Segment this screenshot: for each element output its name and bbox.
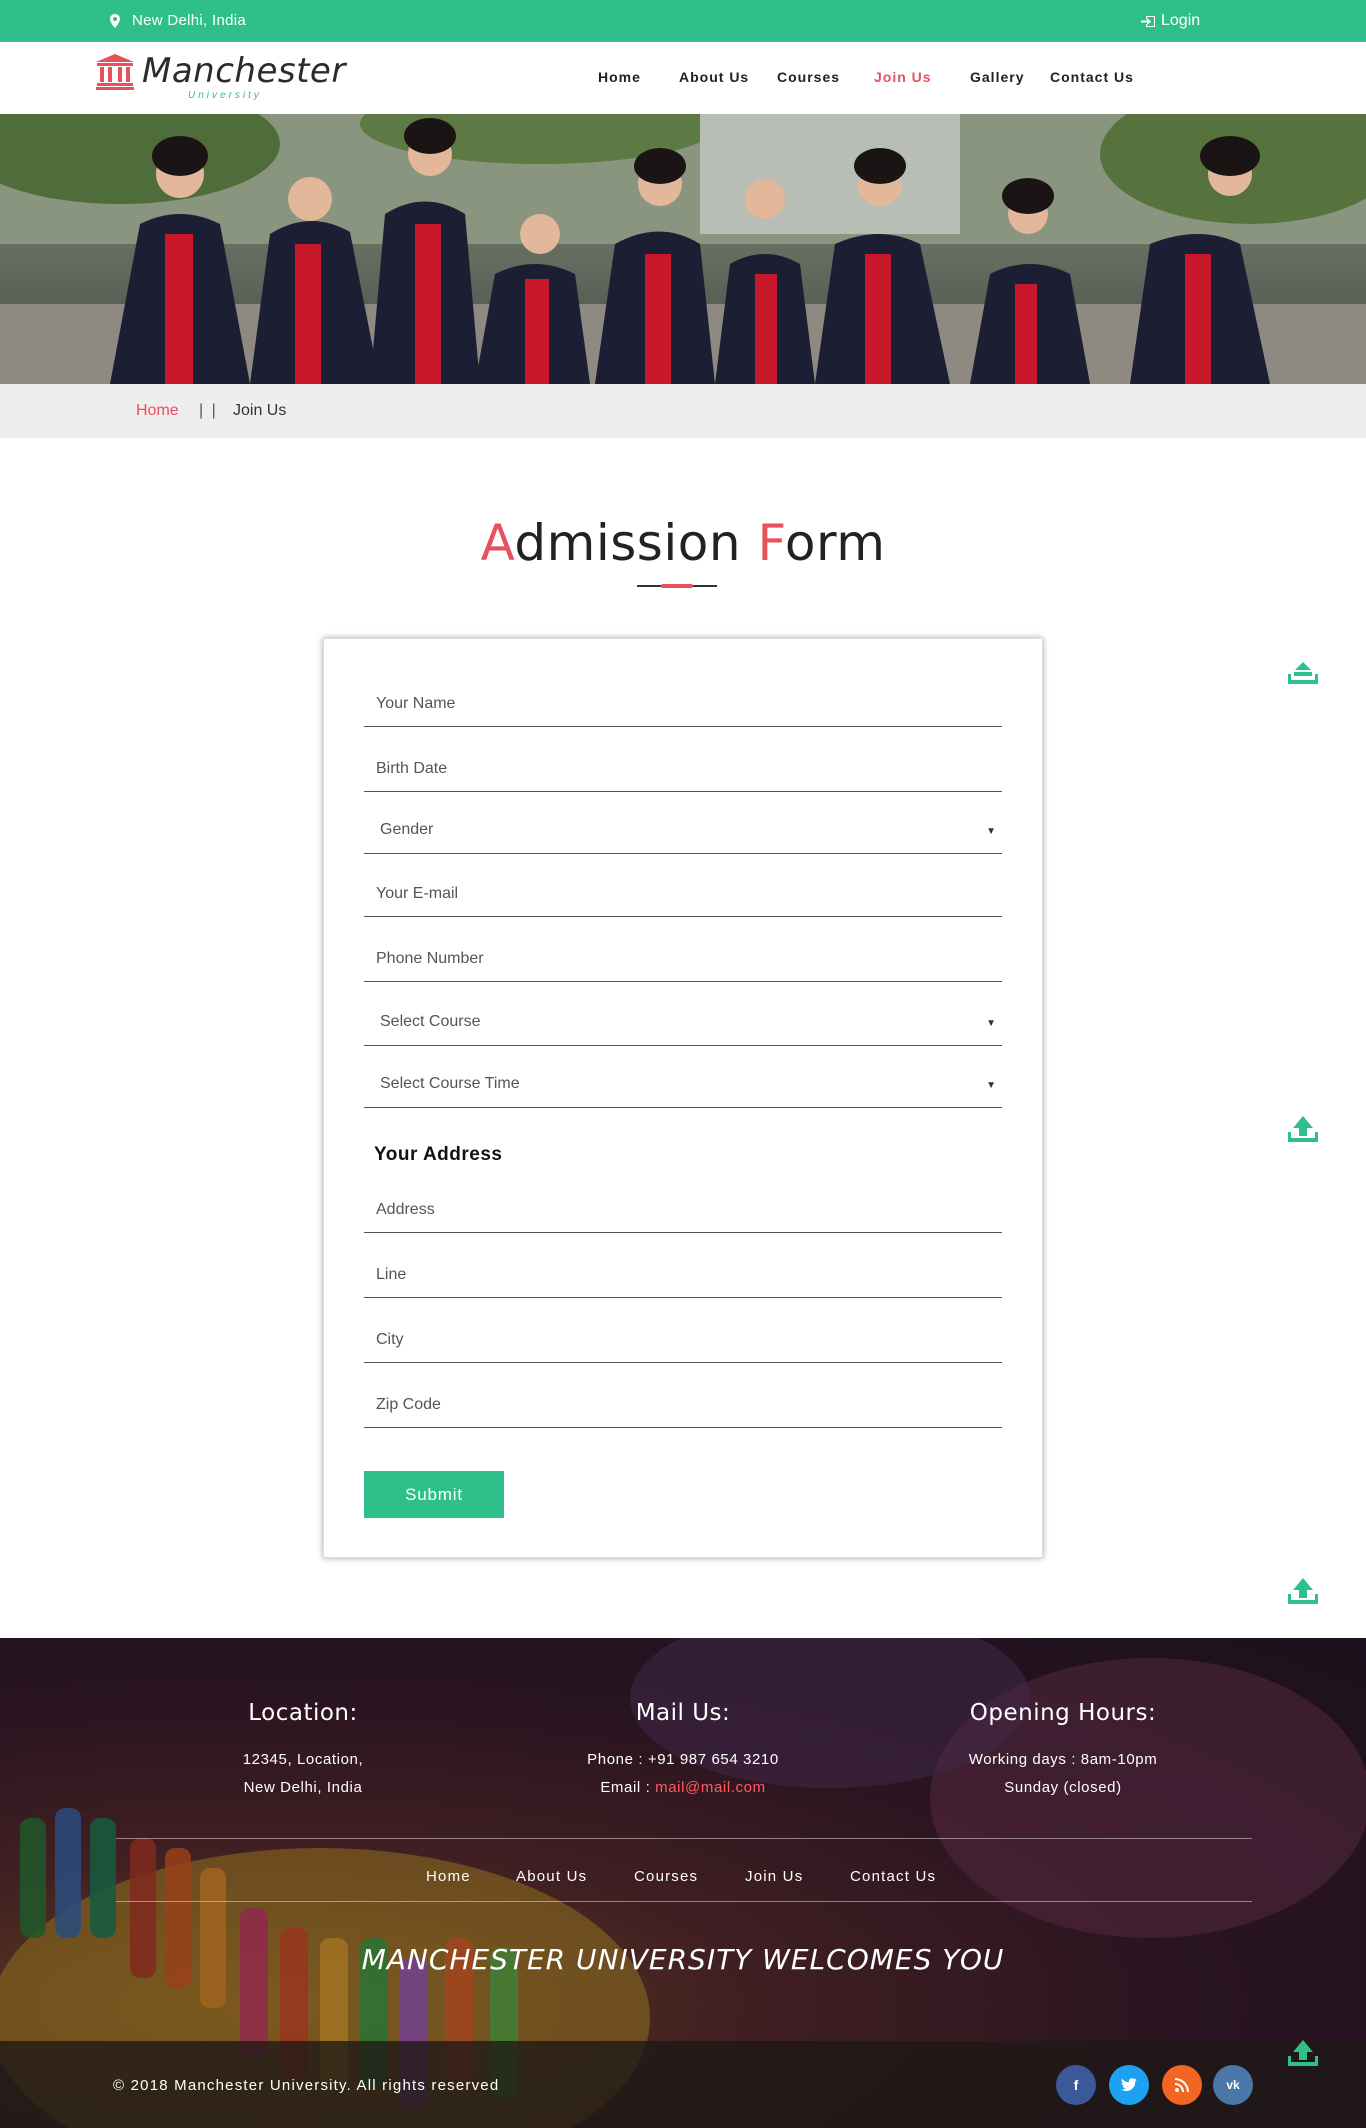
login-link[interactable]: Login xyxy=(1141,12,1200,30)
phone-input[interactable] xyxy=(364,936,1002,981)
footer-divider xyxy=(116,1901,1252,1902)
nav-join-us[interactable]: Join Us xyxy=(874,69,932,85)
page-title: Admission Form xyxy=(0,514,1366,572)
footer-hours-line1: Working days : 8am-10pm xyxy=(968,1751,1158,1768)
footer-welcome-text: MANCHESTER UNIVERSITY WELCOMES YOU xyxy=(361,1943,1005,1976)
scroll-to-top-icon[interactable] xyxy=(1286,656,1320,690)
footer-nav-home[interactable]: Home xyxy=(426,1868,471,1885)
hero-banner-image xyxy=(0,114,1366,384)
email-input[interactable] xyxy=(364,871,1002,916)
city-field xyxy=(364,1317,1002,1363)
title-word1-rest: dmission xyxy=(514,514,758,572)
footer-location-section: Location: 12345, Location, New Delhi, In… xyxy=(123,1700,483,1802)
address-heading: Your Address xyxy=(374,1144,503,1165)
nav-home[interactable]: Home xyxy=(598,69,641,85)
site-footer: Location: 12345, Location, New Delhi, In… xyxy=(0,1638,1366,2128)
gender-select[interactable]: Gender ▼ xyxy=(364,808,1002,854)
address-field xyxy=(364,1187,1002,1233)
scroll-to-top-icon[interactable] xyxy=(1286,2038,1320,2072)
footer-nav-about-us[interactable]: About Us xyxy=(516,1868,587,1885)
rss-icon[interactable] xyxy=(1162,2065,1202,2105)
sign-in-icon xyxy=(1141,15,1155,27)
footer-nav-contact-us[interactable]: Contact Us xyxy=(850,1868,936,1885)
course-select[interactable]: Select Course ▼ xyxy=(364,1000,1002,1046)
main-nav: Home About Us Courses Join Us Gallery Co… xyxy=(0,69,1366,89)
title-word2-rest: orm xyxy=(784,514,886,572)
footer-mail-section: Mail Us: Phone : +91 987 654 3210 Email … xyxy=(503,1700,863,1802)
map-marker-icon xyxy=(110,13,120,28)
birth-date-field xyxy=(364,746,1002,792)
breadcrumb-home-link[interactable]: Home xyxy=(136,402,179,420)
breadcrumb-separator: | | xyxy=(199,402,218,419)
footer-location-line2: New Delhi, India xyxy=(243,1779,363,1796)
footer-phone: Phone : +91 987 654 3210 xyxy=(587,1751,779,1768)
copyright-text: © 2018 Manchester University. All rights… xyxy=(113,2077,500,2094)
chevron-down-icon: ▼ xyxy=(986,826,996,837)
site-header: Manchester University Home About Us Cour… xyxy=(0,42,1366,114)
title-divider xyxy=(637,584,717,588)
footer-nav-join-us[interactable]: Join Us xyxy=(745,1868,803,1885)
nav-about-us[interactable]: About Us xyxy=(679,69,749,85)
footer-hours-title: Opening Hours: xyxy=(969,1700,1157,1726)
scroll-to-top-icon[interactable] xyxy=(1286,1576,1320,1610)
footer-hours-section: Opening Hours: Working days : 8am-10pm S… xyxy=(883,1700,1243,1802)
chevron-down-icon: ▼ xyxy=(986,1080,996,1091)
scroll-to-top-icon[interactable] xyxy=(1286,1114,1320,1148)
title-second-letter: F xyxy=(757,514,785,572)
login-label: Login xyxy=(1161,12,1201,29)
phone-field xyxy=(364,936,1002,982)
breadcrumb: Home | | Join Us xyxy=(0,384,1366,438)
footer-location-line1: 12345, Location, xyxy=(242,1751,364,1768)
footer-location-title: Location: xyxy=(248,1700,358,1726)
nav-courses[interactable]: Courses xyxy=(777,69,840,85)
chevron-down-icon: ▼ xyxy=(986,1018,996,1029)
facebook-icon[interactable]: f xyxy=(1056,2065,1096,2105)
breadcrumb-current: Join Us xyxy=(233,402,287,419)
footer-bottom-bar: © 2018 Manchester University. All rights… xyxy=(0,2041,1366,2128)
address-input[interactable] xyxy=(364,1187,1002,1232)
city-input[interactable] xyxy=(364,1317,1002,1362)
line-input[interactable] xyxy=(364,1252,1002,1297)
graduates-illustration xyxy=(0,114,1366,384)
footer-mail-title: Mail Us: xyxy=(635,1700,731,1726)
zip-code-field xyxy=(364,1382,1002,1428)
footer-nav-courses[interactable]: Courses xyxy=(634,1868,698,1885)
birth-date-input[interactable] xyxy=(364,746,1002,791)
email-field xyxy=(364,871,1002,917)
course-time-select-value: Select Course Time xyxy=(380,1075,520,1092)
footer-email-prefix: Email : xyxy=(600,1779,656,1796)
zip-code-input[interactable] xyxy=(364,1382,1002,1427)
footer-email-line: Email : mail@mail.com xyxy=(503,1774,863,1802)
vk-icon[interactable]: vk xyxy=(1213,2065,1253,2105)
line-field xyxy=(364,1252,1002,1298)
footer-divider xyxy=(116,1838,1252,1839)
admission-form: Gender ▼ Select Course ▼ Select Course T… xyxy=(323,638,1043,1558)
twitter-icon[interactable] xyxy=(1109,2065,1149,2105)
name-field xyxy=(364,681,1002,727)
course-time-select[interactable]: Select Course Time ▼ xyxy=(364,1062,1002,1108)
gender-select-value: Gender xyxy=(380,821,434,838)
location-info: New Delhi, India xyxy=(110,12,246,29)
title-first-letter: A xyxy=(480,514,515,572)
footer-hours-line2: Sunday (closed) xyxy=(1004,1779,1122,1796)
nav-contact-us[interactable]: Contact Us xyxy=(1050,69,1134,85)
location-text: New Delhi, India xyxy=(132,12,247,29)
course-select-value: Select Course xyxy=(380,1013,481,1030)
brand-subtitle: University xyxy=(188,90,262,101)
nav-gallery[interactable]: Gallery xyxy=(970,69,1024,85)
submit-button[interactable]: Submit xyxy=(364,1471,504,1518)
top-bar: New Delhi, India Login xyxy=(0,0,1366,42)
name-input[interactable] xyxy=(364,681,1002,726)
footer-email-link[interactable]: mail@mail.com xyxy=(655,1779,766,1796)
